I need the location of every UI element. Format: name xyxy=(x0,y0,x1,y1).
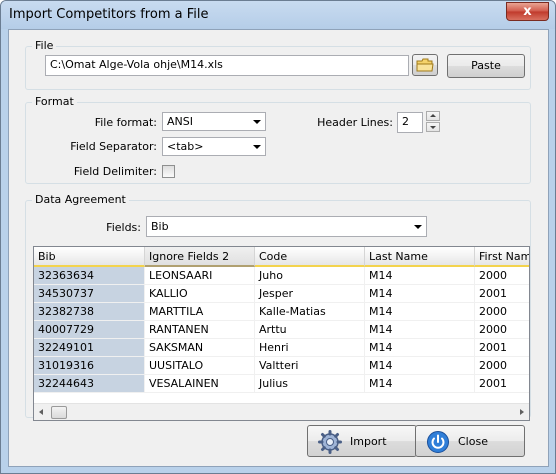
table-cell: 2000 xyxy=(475,303,529,321)
table-cell: VESALAINEN xyxy=(145,375,255,393)
column-header[interactable]: Ignore Fields 2 xyxy=(145,247,255,267)
table-cell: Henri xyxy=(255,339,365,357)
chevron-down-icon xyxy=(253,145,261,149)
table-cell: M14 xyxy=(365,339,475,357)
dialog-client-area: File C:\Omat Alge-Vola ohje\M14.xls Past… xyxy=(8,29,549,467)
table-row[interactable]: 32249101 SAKSMAN Henri M14 2001 xyxy=(34,339,529,357)
close-button[interactable]: Close xyxy=(415,425,525,457)
field-separator-value: <tab> xyxy=(167,140,204,153)
table-row[interactable]: 34530737 KALLIO Jesper M14 2001 xyxy=(34,285,529,303)
table-cell: 34530737 xyxy=(34,285,145,303)
data-agreement-label: Data Agreement xyxy=(32,193,129,206)
field-separator-label: Field Separator: xyxy=(70,140,157,153)
table-cell: M14 xyxy=(365,303,475,321)
file-path-input[interactable]: C:\Omat Alge-Vola ohje\M14.xls xyxy=(45,55,409,76)
table-cell: RANTANEN xyxy=(145,321,255,339)
header-lines-increment[interactable] xyxy=(426,111,440,121)
column-header[interactable]: Code xyxy=(255,247,365,267)
file-format-label: File format: xyxy=(94,116,157,129)
window-close-button[interactable]: x xyxy=(506,2,549,21)
table-cell: 2001 xyxy=(475,285,529,303)
close-button-label: Close xyxy=(458,435,488,448)
table-row[interactable]: 31019316 UUSITALO Valtteri M14 2000 xyxy=(34,357,529,375)
import-competitors-window: Import Competitors from a File x File C:… xyxy=(0,0,556,474)
column-header[interactable]: Bib xyxy=(34,247,145,267)
table-cell: M14 xyxy=(365,321,475,339)
file-group-label: File xyxy=(32,39,57,52)
table-cell: 2000 xyxy=(475,357,529,375)
scroll-right-icon[interactable] xyxy=(520,409,524,415)
table-cell: M14 xyxy=(365,375,475,393)
table-cell: LEONSAARI xyxy=(145,267,255,285)
column-header[interactable]: First Nam xyxy=(475,247,529,267)
horizontal-scrollbar[interactable] xyxy=(34,403,529,420)
field-delimiter-label: Field Delimiter: xyxy=(73,165,157,178)
table-cell: M14 xyxy=(365,285,475,303)
format-group-label: Format xyxy=(32,95,77,108)
scrollbar-thumb[interactable] xyxy=(51,406,67,419)
table-row[interactable]: 32363634 LEONSAARI Juho M14 2000 xyxy=(34,267,529,285)
gear-icon xyxy=(318,430,342,454)
file-format-value: ANSI xyxy=(167,115,193,128)
chevron-down-icon xyxy=(253,120,261,124)
table-cell: 31019316 xyxy=(34,357,145,375)
window-title: Import Competitors from a File xyxy=(9,7,209,22)
table-cell: 2000 xyxy=(475,267,529,285)
table-cell: Julius xyxy=(255,375,365,393)
field-delimiter-checkbox[interactable] xyxy=(162,165,175,178)
table-row[interactable]: 32244643 VESALAINEN Julius M14 2001 xyxy=(34,375,529,393)
table-cell: M14 xyxy=(365,357,475,375)
table-cell: 2001 xyxy=(475,339,529,357)
header-lines-decrement[interactable] xyxy=(426,122,440,132)
table-cell: Valtteri xyxy=(255,357,365,375)
browse-folder-button[interactable] xyxy=(412,54,438,76)
table-cell: Jesper xyxy=(255,285,365,303)
import-button[interactable]: Import xyxy=(307,425,417,457)
table-cell: UUSITALO xyxy=(145,357,255,375)
table-row[interactable]: 40007729 RANTANEN Arttu M14 2000 xyxy=(34,321,529,339)
table-cell: 32382738 xyxy=(34,303,145,321)
table-cell: 2000 xyxy=(475,321,529,339)
title-bar[interactable]: Import Competitors from a File x xyxy=(1,1,555,29)
table-cell: M14 xyxy=(365,267,475,285)
folder-icon xyxy=(416,58,434,72)
table-cell: SAKSMAN xyxy=(145,339,255,357)
chevron-down-icon xyxy=(414,225,422,229)
table-cell: 32249101 xyxy=(34,339,145,357)
table-cell: 2001 xyxy=(475,375,529,393)
scroll-left-icon[interactable] xyxy=(39,409,43,415)
paste-button[interactable]: Paste xyxy=(447,54,525,78)
power-icon xyxy=(427,431,449,453)
fields-label: Fields: xyxy=(106,221,141,234)
header-lines-input[interactable]: 2 xyxy=(397,112,423,133)
grid-header: Bib Ignore Fields 2 Code Last Name First… xyxy=(34,247,529,267)
file-format-select[interactable]: ANSI xyxy=(162,112,266,131)
table-cell: Juho xyxy=(255,267,365,285)
table-cell: 32244643 xyxy=(34,375,145,393)
data-preview-grid[interactable]: Bib Ignore Fields 2 Code Last Name First… xyxy=(33,246,530,421)
fields-value: Bib xyxy=(151,220,169,233)
table-cell: MARTTILA xyxy=(145,303,255,321)
table-cell: 40007729 xyxy=(34,321,145,339)
header-lines-label: Header Lines: xyxy=(317,116,393,129)
table-cell: Kalle-Matias xyxy=(255,303,365,321)
table-row[interactable]: 32382738 MARTTILA Kalle-Matias M14 2000 xyxy=(34,303,529,321)
table-cell: KALLIO xyxy=(145,285,255,303)
table-cell: Arttu xyxy=(255,321,365,339)
column-header[interactable]: Last Name xyxy=(365,247,475,267)
table-cell: 32363634 xyxy=(34,267,145,285)
field-separator-select[interactable]: <tab> xyxy=(162,137,266,156)
import-button-label: Import xyxy=(350,435,387,448)
fields-select[interactable]: Bib xyxy=(146,216,427,237)
